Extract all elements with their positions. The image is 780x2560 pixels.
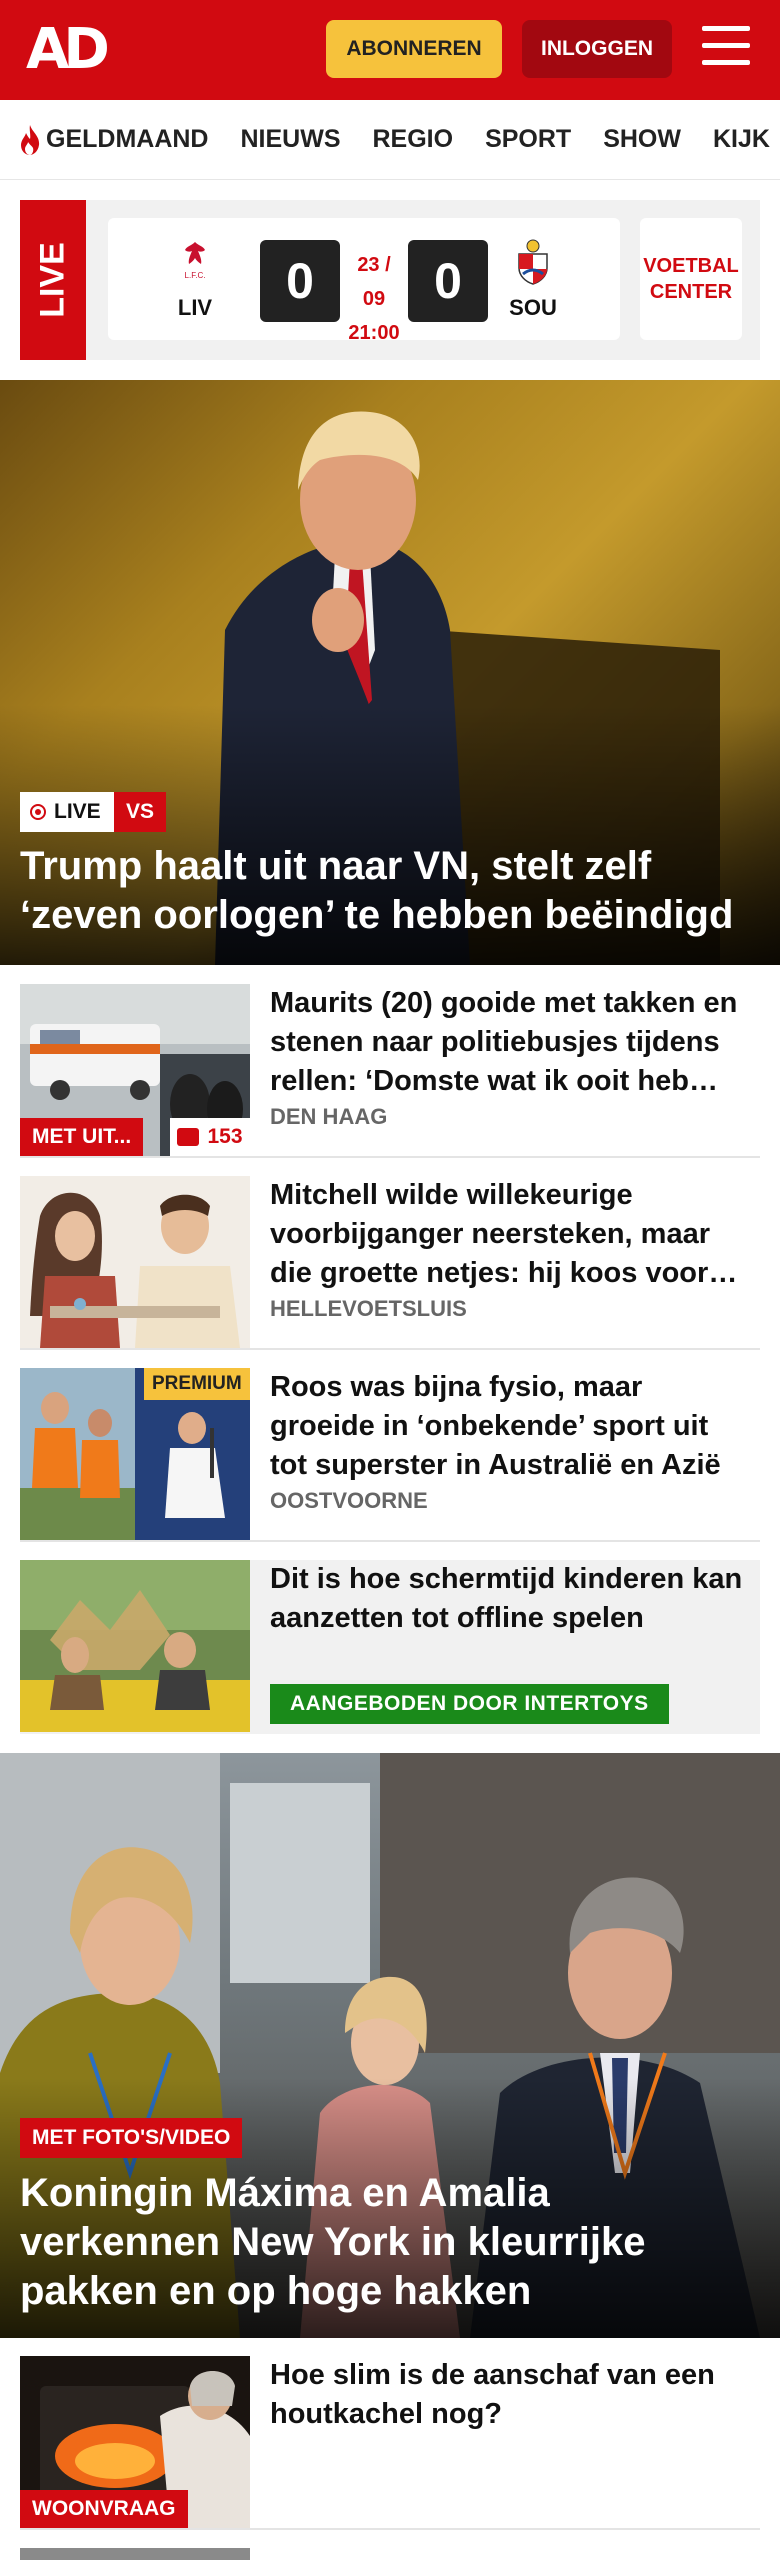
nav-item-kijk[interactable]: KIJK: [713, 125, 770, 154]
article-title[interactable]: Mitchell wilde willekeurige voorbijgange…: [270, 1176, 750, 1293]
nav-item-geldmaand[interactable]: GELDMAAND: [18, 124, 209, 156]
article-tag: MET UIT...: [20, 1118, 144, 1156]
svg-text:L.F.C.: L.F.C.: [185, 271, 206, 280]
match-scorecard[interactable]: L.F.C. LIV 0 23 / 09 21:00 0 SOU: [108, 218, 620, 344]
nav-label: GELDMAAND: [46, 125, 209, 153]
away-score: 0: [408, 240, 488, 322]
nav-item-sport[interactable]: SPORT: [485, 125, 571, 154]
nav-item-regio[interactable]: REGIO: [373, 125, 454, 154]
home-team-abbr: LIV: [177, 295, 213, 320]
hero-article-2[interactable]: MET FOTO'S/VIDEO Koningin Máxima en Amal…: [0, 1753, 780, 2338]
list-item[interactable]: WOONVRAAG Hoe slim is de aanschaf van ee…: [20, 2356, 760, 2530]
hero-article[interactable]: LIVE VS Trump haalt uit naar VN, stelt z…: [0, 380, 780, 965]
comment-icon: [177, 1128, 200, 1146]
next-article-peek: [20, 2548, 760, 2560]
hero2-title[interactable]: Koningin Máxima en Amalia verkennen New …: [20, 2169, 760, 2316]
list-item[interactable]: MET UIT... 153 Maurits (20) gooide met t…: [20, 984, 760, 1158]
section-nav: GELDMAAND NIEUWS REGIO SPORT SHOW KIJK: [0, 100, 780, 180]
article-title[interactable]: Roos was bijna fysio, maar groeide in ‘o…: [270, 1368, 750, 1485]
voetbal-center-button[interactable]: VOETBAL CENTER: [640, 218, 742, 340]
list-item[interactable]: Mitchell wilde willekeurige voorbijgange…: [20, 1176, 760, 1350]
live-label: LIVE: [20, 200, 86, 360]
match-date: 23 / 09: [357, 254, 391, 310]
article-thumbnail: MET UIT... 153: [20, 984, 250, 1156]
nav-item-nieuws[interactable]: NIEUWS: [241, 125, 341, 154]
article-thumbnail: PREMIUM: [20, 1368, 250, 1540]
live-match-widget: LIVE L.F.C. LIV 0 23 / 09 21:00 0 SOU VO…: [20, 200, 760, 360]
live-badge: LIVE: [20, 792, 115, 832]
article-title[interactable]: Maurits (20) gooide met takken en stenen…: [270, 984, 750, 1101]
login-button[interactable]: INLOGGEN: [522, 20, 672, 78]
sponsor-label: AANGEBODEN DOOR INTERTOYS: [270, 1684, 669, 1724]
home-team: L.F.C. LIV: [160, 238, 230, 321]
article-thumbnail: [20, 1560, 250, 1732]
live-dot-icon: [30, 804, 46, 820]
live-badge-label: LIVE: [54, 800, 101, 823]
section-badge: VS: [114, 792, 167, 832]
premium-badge: PREMIUM: [144, 1368, 250, 1400]
away-team: SOU: [498, 238, 568, 321]
hamburger-menu-icon[interactable]: [702, 26, 750, 70]
match-datetime: 23 / 09 21:00: [344, 248, 404, 350]
comment-count-value: 153: [207, 1125, 243, 1148]
article-title[interactable]: Hoe slim is de aanschaf van een houtkach…: [270, 2356, 750, 2434]
sponsored-item[interactable]: Dit is hoe schermtijd kinderen kan aanze…: [20, 1560, 760, 1734]
list-item[interactable]: PREMIUM Roos was bijna fysio, maar groei…: [20, 1368, 760, 1542]
liverpool-crest-icon: L.F.C.: [185, 242, 206, 280]
nav-item-show[interactable]: SHOW: [603, 125, 681, 154]
article-location: OOSTVOORNE: [270, 1488, 428, 1513]
site-header: AD ABONNEREN INLOGGEN: [0, 0, 780, 100]
subscribe-button[interactable]: ABONNEREN: [326, 20, 502, 78]
comment-count[interactable]: 153: [170, 1118, 250, 1156]
article-location: DEN HAAG: [270, 1104, 388, 1129]
voetbal-center-label-line2: CENTER: [649, 281, 733, 303]
match-time: 21:00: [348, 322, 400, 344]
hero-title[interactable]: Trump haalt uit naar VN, stelt zelf ‘zev…: [20, 842, 760, 940]
away-team-abbr: SOU: [509, 295, 557, 320]
media-badge: MET FOTO'S/VIDEO: [20, 2118, 243, 2158]
article-tag: WOONVRAAG: [20, 2490, 188, 2528]
article-thumbnail: WOONVRAAG: [20, 2356, 250, 2528]
article-location: HELLEVOETSLUIS: [270, 1296, 467, 1321]
home-score: 0: [260, 240, 340, 322]
article-title[interactable]: Dit is hoe schermtijd kinderen kan aanze…: [270, 1560, 750, 1638]
flame-icon: [21, 124, 40, 155]
voetbal-center-label-line1: VOETBAL: [643, 255, 739, 277]
southampton-crest-icon: [518, 239, 548, 285]
article-thumbnail: [20, 1176, 250, 1348]
ad-logo[interactable]: AD: [26, 22, 110, 78]
